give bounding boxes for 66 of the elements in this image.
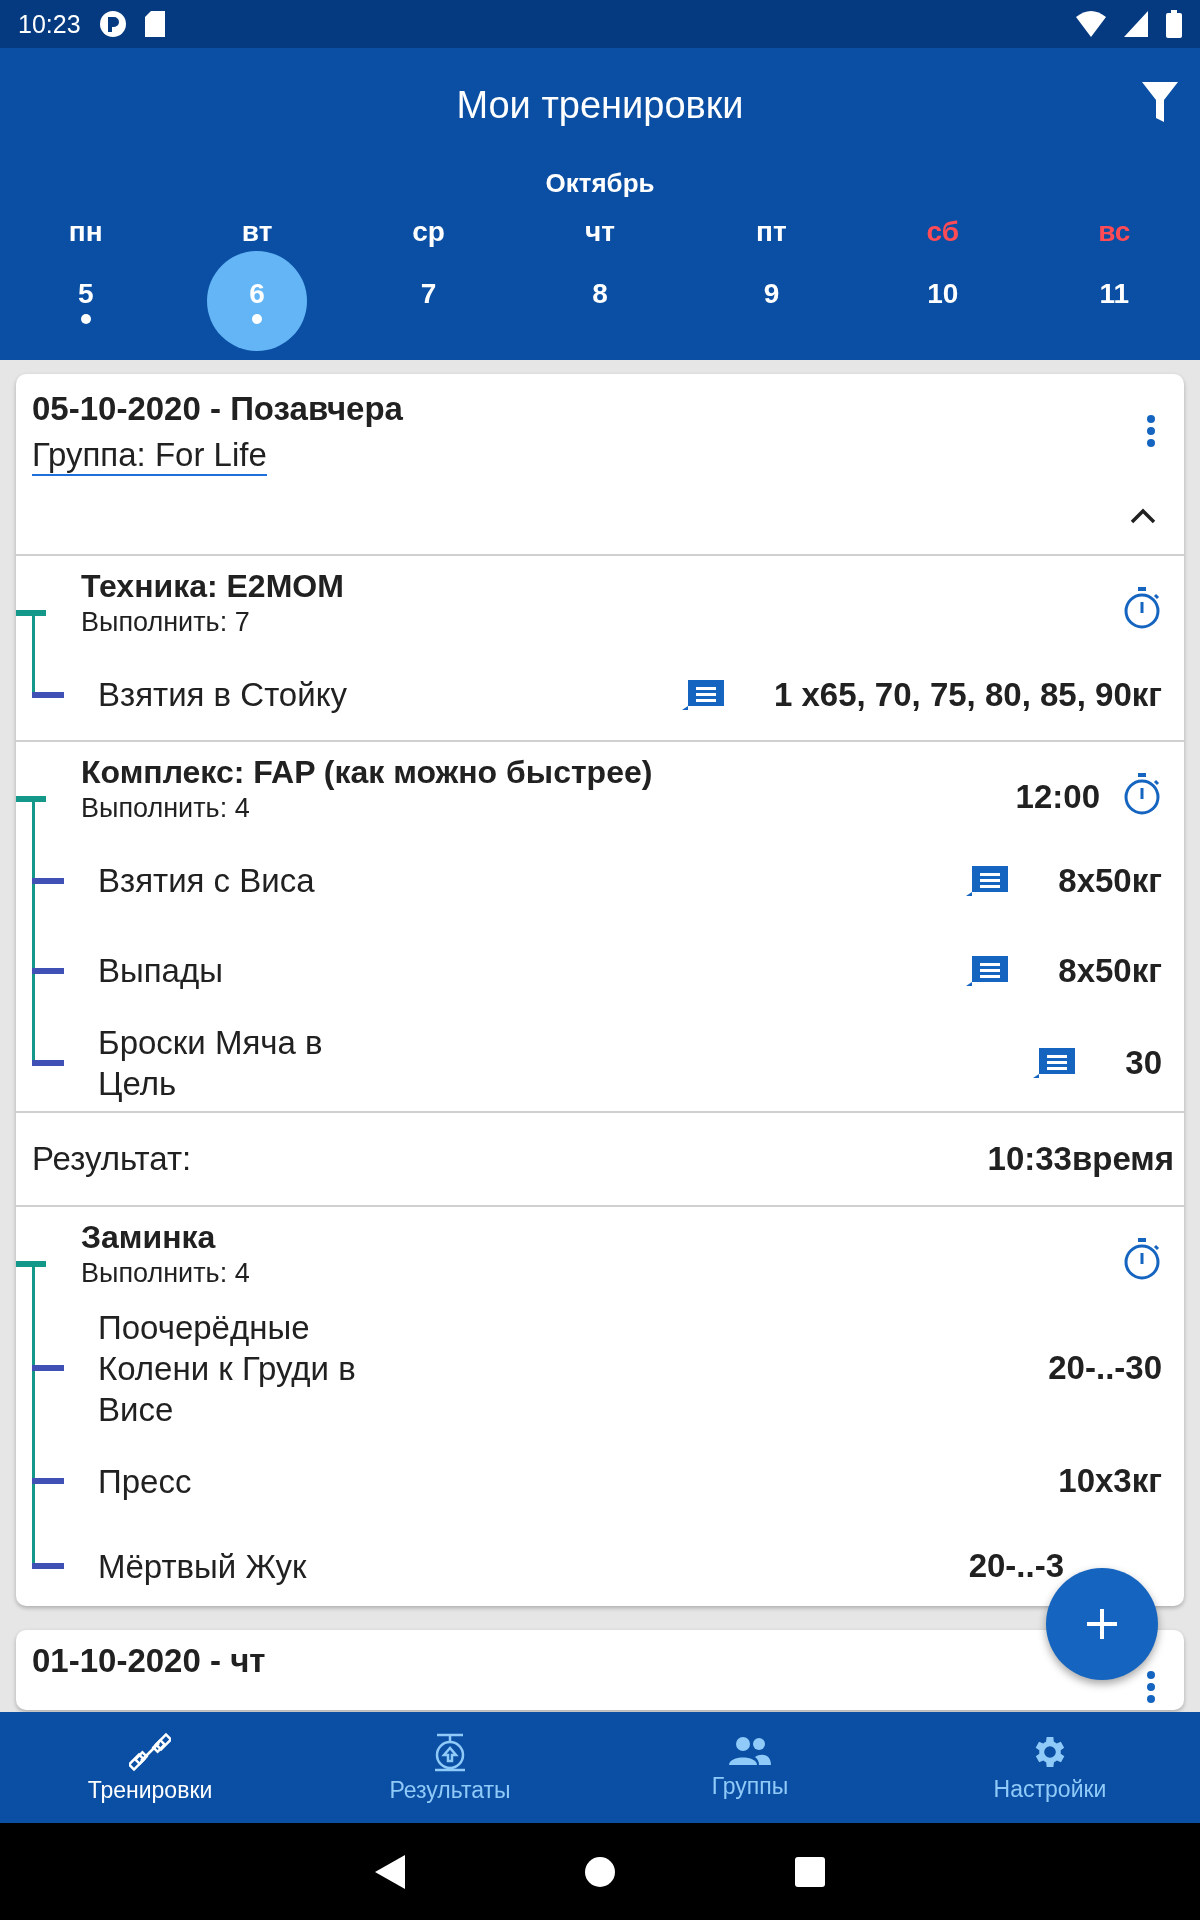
exercise-name: Взятия в Стойку <box>98 675 347 716</box>
dumbbell-icon <box>129 1731 171 1773</box>
repeat-count: Выполнить: 7 <box>81 607 250 638</box>
exercise-value: 1 x65, 70, 75, 80, 85, 90кг <box>773 676 1162 714</box>
exercise-name: Пресс <box>98 1461 192 1502</box>
repeat-count: Выполнить: 4 <box>81 793 250 824</box>
weekday-label: ср <box>412 215 445 249</box>
exercise-value: 20-..-3 <box>968 1547 1064 1586</box>
nav-tab[interactable]: Группы <box>600 1712 900 1823</box>
weekday-label: чт <box>585 215 615 249</box>
weekday-label: вс <box>1098 215 1131 249</box>
exercise-value: 10x3кг <box>1058 1462 1162 1501</box>
stopwatch-icon[interactable] <box>1122 586 1162 630</box>
repeat-count: Выполнить: 4 <box>81 1257 250 1289</box>
stopwatch-icon[interactable] <box>1122 772 1162 816</box>
weekday-label: пн <box>68 215 103 249</box>
result-label: Результат: <box>32 1139 192 1178</box>
nav-tab[interactable]: Настройки <box>900 1712 1200 1823</box>
exercise-name: Поочерёдные Колени к Груди в Висе <box>98 1307 357 1430</box>
screen-title: Мои тренировки <box>456 83 744 127</box>
signal-icon <box>1124 11 1148 37</box>
exercise-name: Взятия с Виса <box>98 861 315 902</box>
calendar-day[interactable]: 5 <box>35 251 136 351</box>
result-value: 10:33время <box>987 1139 1174 1178</box>
weekday-label: сб <box>926 215 960 249</box>
sd-card-icon <box>144 11 165 37</box>
back-icon[interactable] <box>375 1854 405 1889</box>
comment-icon[interactable] <box>964 864 1011 898</box>
workout-date: 01-10-2020 - чт <box>32 1642 266 1681</box>
exercise-name: Мёртвый Жук <box>98 1546 307 1587</box>
recents-icon[interactable] <box>795 1856 825 1887</box>
exercise-value: 20-..-30 <box>1048 1349 1162 1388</box>
calendar-day[interactable]: 9 <box>721 251 822 351</box>
app-notification-icon <box>98 10 127 38</box>
nav-tab[interactable]: Тренировки <box>0 1712 300 1823</box>
weekday-label: вт <box>241 215 273 249</box>
time-limit: 12:00 <box>1015 778 1100 816</box>
section-title: Заминка <box>81 1218 216 1256</box>
exercise-value: 8x50кг <box>1058 862 1162 900</box>
exercise-value: 8x50кг <box>1058 952 1162 990</box>
exercise-name: Броски Мяча в Цель <box>98 1023 324 1105</box>
calendar-day[interactable]: 10 <box>892 251 993 351</box>
calendar-day[interactable]: 7 <box>378 251 479 351</box>
nav-tab[interactable]: Результаты <box>300 1712 600 1823</box>
group-link[interactable]: Группа: For Life <box>32 436 267 476</box>
workout-date: 05-10-2020 - Позавчера <box>32 390 403 428</box>
status-time: 10:23 <box>18 9 81 39</box>
battery-icon <box>1166 10 1182 38</box>
calendar-day[interactable]: 8 <box>550 251 650 351</box>
section-title: Техника: E2MOM <box>81 568 344 605</box>
section-title: Комплекс: FAP (как можно быстрее) <box>81 754 653 791</box>
comment-icon[interactable] <box>1031 1046 1078 1081</box>
wifi-icon <box>1076 11 1106 37</box>
exercise-value: 30 <box>1125 1044 1162 1083</box>
filter-icon[interactable] <box>1142 82 1178 124</box>
comment-icon[interactable] <box>964 954 1011 988</box>
exercise-name: Выпады <box>98 951 223 992</box>
stopwatch-icon[interactable] <box>1122 1236 1162 1281</box>
more-icon[interactable] <box>1146 414 1156 448</box>
weekday-label: пт <box>756 215 787 249</box>
more-icon[interactable] <box>1146 1670 1156 1705</box>
plus-icon <box>1087 1609 1117 1639</box>
home-icon[interactable] <box>585 1856 615 1887</box>
calendar-day[interactable]: 11 <box>1064 251 1165 351</box>
chevron-up-icon[interactable] <box>1130 508 1156 524</box>
month-label: Октябрь <box>544 168 656 199</box>
